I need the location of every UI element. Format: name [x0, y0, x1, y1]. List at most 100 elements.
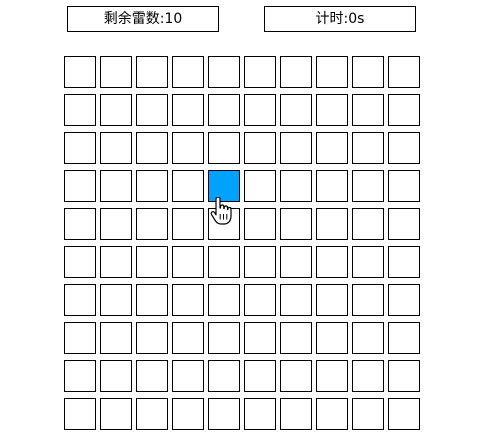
board-cell-r1-c6[interactable] [280, 94, 312, 126]
board-cell-r6-c3[interactable] [172, 284, 204, 316]
board-cell-r5-c1[interactable] [100, 246, 132, 278]
board-cell-r0-c4[interactable] [208, 56, 240, 88]
board-cell-r0-c1[interactable] [100, 56, 132, 88]
board-cell-r2-c4[interactable] [208, 132, 240, 164]
board-cell-r4-c2[interactable] [136, 208, 168, 240]
board-cell-r0-c3[interactable] [172, 56, 204, 88]
board-cell-r0-c7[interactable] [316, 56, 348, 88]
board-cell-r1-c2[interactable] [136, 94, 168, 126]
board-cell-r9-c9[interactable] [388, 398, 420, 430]
board-cell-r6-c9[interactable] [388, 284, 420, 316]
board-cell-r0-c9[interactable] [388, 56, 420, 88]
board-cell-r1-c0[interactable] [64, 94, 96, 126]
board-cell-r7-c5[interactable] [244, 322, 276, 354]
board-cell-r5-c9[interactable] [388, 246, 420, 278]
board-cell-r6-c1[interactable] [100, 284, 132, 316]
board-cell-r5-c6[interactable] [280, 246, 312, 278]
board-cell-r4-c3[interactable] [172, 208, 204, 240]
board-cell-r1-c1[interactable] [100, 94, 132, 126]
board-cell-r3-c3[interactable] [172, 170, 204, 202]
board-cell-r5-c4[interactable] [208, 246, 240, 278]
board-cell-r7-c6[interactable] [280, 322, 312, 354]
board-cell-r6-c7[interactable] [316, 284, 348, 316]
board-cell-r7-c2[interactable] [136, 322, 168, 354]
board-cell-r2-c0[interactable] [64, 132, 96, 164]
board-cell-r9-c6[interactable] [280, 398, 312, 430]
board-cell-r8-c5[interactable] [244, 360, 276, 392]
board-cell-r2-c6[interactable] [280, 132, 312, 164]
board-cell-r4-c9[interactable] [388, 208, 420, 240]
board-cell-r4-c7[interactable] [316, 208, 348, 240]
board-cell-r7-c9[interactable] [388, 322, 420, 354]
board-cell-r8-c6[interactable] [280, 360, 312, 392]
board-cell-r3-c4[interactable] [208, 170, 240, 202]
board-cell-r7-c8[interactable] [352, 322, 384, 354]
board-cell-r9-c2[interactable] [136, 398, 168, 430]
board-cell-r7-c0[interactable] [64, 322, 96, 354]
board-cell-r8-c3[interactable] [172, 360, 204, 392]
board-cell-r5-c8[interactable] [352, 246, 384, 278]
board-cell-r9-c0[interactable] [64, 398, 96, 430]
board-cell-r0-c5[interactable] [244, 56, 276, 88]
board-cell-r1-c4[interactable] [208, 94, 240, 126]
board-cell-r6-c2[interactable] [136, 284, 168, 316]
board-cell-r4-c4[interactable] [208, 208, 240, 240]
board-cell-r0-c0[interactable] [64, 56, 96, 88]
board-cell-r8-c2[interactable] [136, 360, 168, 392]
board-cell-r9-c4[interactable] [208, 398, 240, 430]
board-cell-r1-c3[interactable] [172, 94, 204, 126]
board-cell-r8-c1[interactable] [100, 360, 132, 392]
board-cell-r2-c1[interactable] [100, 132, 132, 164]
board-cell-r1-c7[interactable] [316, 94, 348, 126]
board-cell-r7-c3[interactable] [172, 322, 204, 354]
board-cell-r6-c6[interactable] [280, 284, 312, 316]
board-cell-r2-c2[interactable] [136, 132, 168, 164]
board-cell-r2-c3[interactable] [172, 132, 204, 164]
board-cell-r3-c2[interactable] [136, 170, 168, 202]
board-cell-r8-c4[interactable] [208, 360, 240, 392]
board-cell-r9-c5[interactable] [244, 398, 276, 430]
board-cell-r4-c6[interactable] [280, 208, 312, 240]
board-cell-r7-c7[interactable] [316, 322, 348, 354]
board-cell-r7-c1[interactable] [100, 322, 132, 354]
board-cell-r2-c8[interactable] [352, 132, 384, 164]
board-cell-r8-c8[interactable] [352, 360, 384, 392]
board-cell-r0-c8[interactable] [352, 56, 384, 88]
board-cell-r8-c7[interactable] [316, 360, 348, 392]
board-cell-r1-c8[interactable] [352, 94, 384, 126]
board-cell-r3-c6[interactable] [280, 170, 312, 202]
board-cell-r3-c0[interactable] [64, 170, 96, 202]
board-cell-r1-c5[interactable] [244, 94, 276, 126]
board-cell-r3-c5[interactable] [244, 170, 276, 202]
board-cell-r3-c9[interactable] [388, 170, 420, 202]
board-cell-r3-c1[interactable] [100, 170, 132, 202]
board-cell-r1-c9[interactable] [388, 94, 420, 126]
board-cell-r9-c7[interactable] [316, 398, 348, 430]
board-cell-r5-c3[interactable] [172, 246, 204, 278]
board-cell-r0-c6[interactable] [280, 56, 312, 88]
board-cell-r6-c8[interactable] [352, 284, 384, 316]
board-cell-r9-c1[interactable] [100, 398, 132, 430]
board-cell-r2-c9[interactable] [388, 132, 420, 164]
board-cell-r8-c0[interactable] [64, 360, 96, 392]
board-cell-r3-c7[interactable] [316, 170, 348, 202]
board-cell-r4-c8[interactable] [352, 208, 384, 240]
board-cell-r8-c9[interactable] [388, 360, 420, 392]
board-cell-r4-c0[interactable] [64, 208, 96, 240]
board-cell-r3-c8[interactable] [352, 170, 384, 202]
board-cell-r4-c1[interactable] [100, 208, 132, 240]
board-cell-r2-c5[interactable] [244, 132, 276, 164]
board-cell-r6-c5[interactable] [244, 284, 276, 316]
board-cell-r6-c4[interactable] [208, 284, 240, 316]
board-cell-r0-c2[interactable] [136, 56, 168, 88]
board-cell-r5-c7[interactable] [316, 246, 348, 278]
board-cell-r6-c0[interactable] [64, 284, 96, 316]
board-cell-r5-c0[interactable] [64, 246, 96, 278]
board-cell-r2-c7[interactable] [316, 132, 348, 164]
board-cell-r7-c4[interactable] [208, 322, 240, 354]
board-cell-r5-c5[interactable] [244, 246, 276, 278]
board-cell-r9-c3[interactable] [172, 398, 204, 430]
board-cell-r4-c5[interactable] [244, 208, 276, 240]
board-cell-r5-c2[interactable] [136, 246, 168, 278]
board-cell-r9-c8[interactable] [352, 398, 384, 430]
